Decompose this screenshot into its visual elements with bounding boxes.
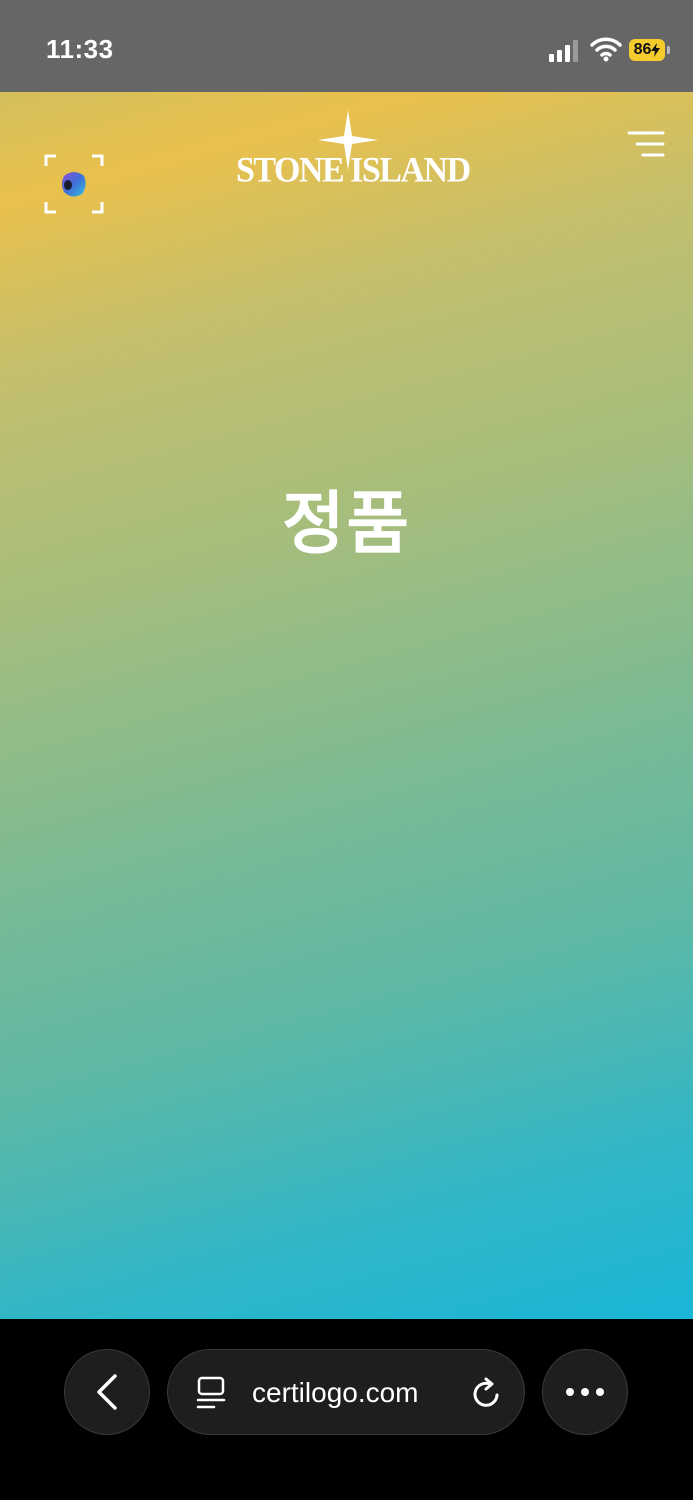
- battery-level: 86: [633, 41, 652, 58]
- reader-icon: [196, 1376, 226, 1409]
- brand-logo[interactable]: STONE ISLAND: [236, 108, 471, 190]
- url-text: certilogo.com: [252, 1377, 419, 1408]
- battery-indicator: 86: [629, 39, 665, 61]
- scan-camera-icon[interactable]: [44, 154, 104, 214]
- status-bar: 11:33 86: [0, 0, 693, 92]
- cellular-signal-icon: [549, 40, 578, 62]
- chevron-left-icon: [97, 1374, 117, 1410]
- back-button[interactable]: [64, 1349, 150, 1435]
- more-options-button[interactable]: [542, 1349, 628, 1435]
- wifi-icon: [590, 37, 622, 62]
- reload-icon[interactable]: [470, 1376, 504, 1410]
- battery-cap: [667, 46, 670, 54]
- brand-name: STONE ISLAND: [236, 151, 471, 190]
- status-time: 11:33: [46, 34, 114, 64]
- authentication-result: 정품: [281, 485, 412, 564]
- browser-toolbar: certilogo.com: [0, 1319, 693, 1500]
- certificate-page: STONE ISLAND 정품: [0, 92, 693, 1319]
- menu-icon[interactable]: [626, 130, 666, 160]
- more-icon: [566, 1388, 604, 1396]
- address-bar[interactable]: certilogo.com: [167, 1349, 525, 1435]
- charging-bolt-icon: [651, 43, 661, 57]
